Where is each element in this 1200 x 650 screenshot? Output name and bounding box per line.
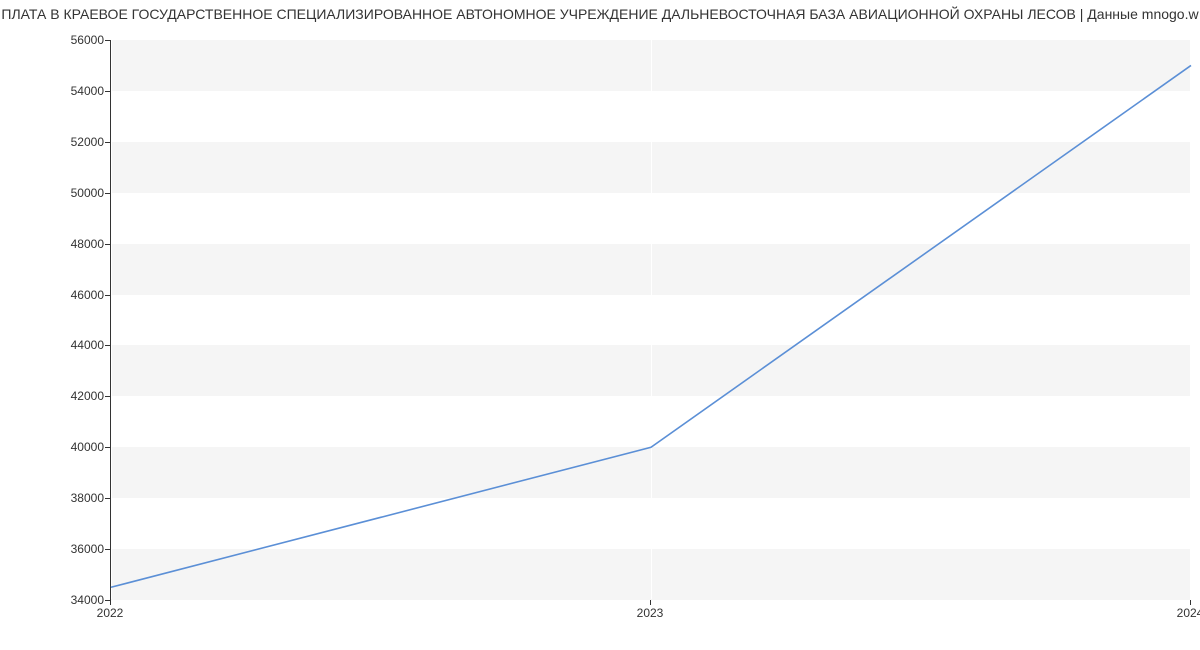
y-tick-label: 46000	[44, 288, 104, 302]
y-tick-mark	[105, 142, 110, 143]
y-tick-mark	[105, 498, 110, 499]
y-tick-mark	[105, 396, 110, 397]
y-tick-label: 36000	[44, 542, 104, 556]
x-tick-label: 2022	[97, 606, 124, 620]
y-tick-label: 56000	[44, 33, 104, 47]
x-tick-label: 2024	[1177, 606, 1200, 620]
y-tick-label: 52000	[44, 135, 104, 149]
y-tick-mark	[105, 295, 110, 296]
y-tick-mark	[105, 193, 110, 194]
line-layer	[111, 40, 1190, 599]
x-tick-mark	[650, 600, 651, 605]
y-tick-mark	[105, 345, 110, 346]
y-tick-label: 44000	[44, 338, 104, 352]
y-tick-mark	[105, 91, 110, 92]
y-tick-label: 54000	[44, 84, 104, 98]
plot-area	[110, 40, 1190, 600]
y-tick-label: 50000	[44, 186, 104, 200]
y-tick-mark	[105, 244, 110, 245]
chart-title: ПЛАТА В КРАЕВОЕ ГОСУДАРСТВЕННОЕ СПЕЦИАЛИ…	[0, 6, 1200, 22]
x-tick-mark	[1190, 600, 1191, 605]
x-tick-label: 2023	[637, 606, 664, 620]
y-tick-label: 34000	[44, 593, 104, 607]
y-tick-label: 38000	[44, 491, 104, 505]
y-tick-label: 48000	[44, 237, 104, 251]
y-tick-mark	[105, 447, 110, 448]
y-tick-label: 40000	[44, 440, 104, 454]
x-gridline	[1191, 40, 1192, 599]
y-tick-mark	[105, 40, 110, 41]
data-line	[111, 65, 1191, 587]
y-tick-label: 42000	[44, 389, 104, 403]
y-tick-mark	[105, 549, 110, 550]
x-tick-mark	[110, 600, 111, 605]
